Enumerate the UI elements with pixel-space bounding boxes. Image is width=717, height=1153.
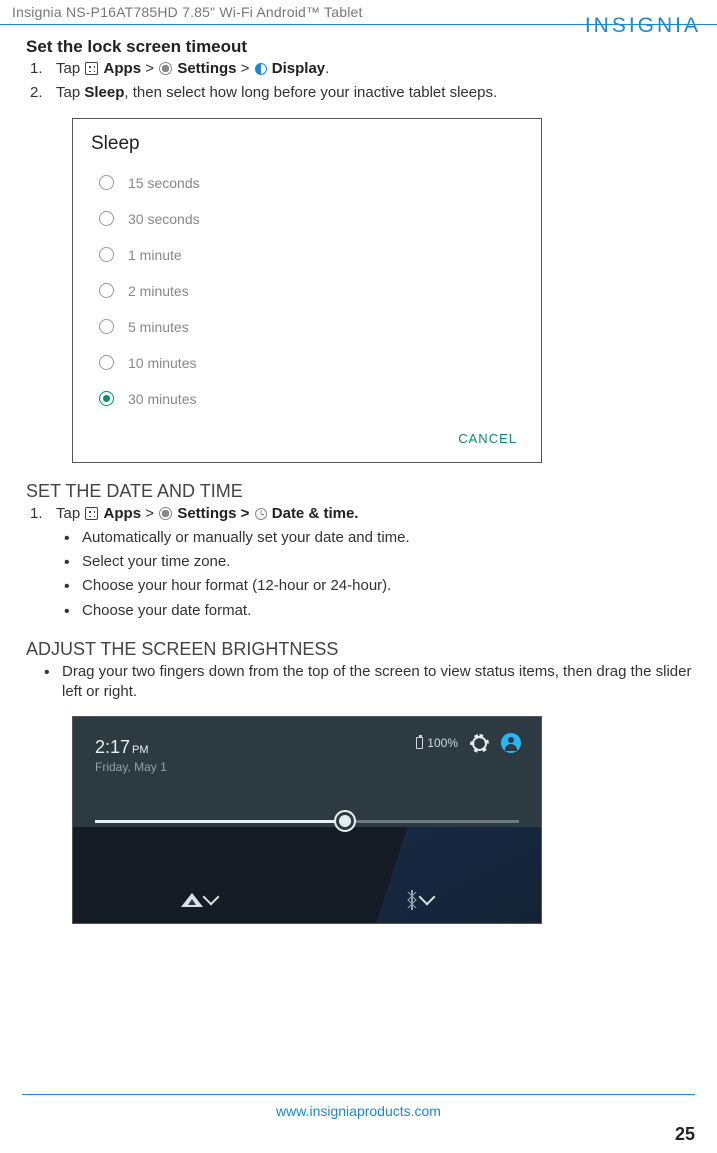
sleep-screenshot: Sleep 15 seconds 30 seconds 1 minute 2 m… — [72, 118, 542, 463]
list-item: Select your time zone. — [82, 552, 697, 572]
sleep-option[interactable]: 10 minutes — [73, 345, 541, 381]
radio-icon — [99, 319, 114, 334]
list-item: Choose your date format. — [82, 601, 697, 621]
settings-icon[interactable] — [472, 736, 487, 751]
sleep-dialog-title: Sleep — [73, 119, 541, 165]
apps-icon — [85, 507, 98, 520]
lock-step-2: 2. Tap Sleep, then select how long befor… — [56, 83, 697, 103]
lock-steps: 1. Tap Apps > Settings > Display. 2. Tap… — [26, 59, 697, 104]
page-number: 25 — [675, 1124, 695, 1145]
footer-rule — [22, 1094, 695, 1095]
sleep-option[interactable]: 15 seconds — [73, 165, 541, 201]
clock-icon — [255, 508, 267, 520]
section-bright-title: ADJUST THE SCREEN BRIGHTNESS — [26, 639, 697, 660]
radio-icon — [99, 211, 114, 226]
sleep-option[interactable]: 2 minutes — [73, 273, 541, 309]
section-lock-title: Set the lock screen timeout — [26, 37, 697, 57]
bluetooth-toggle[interactable] — [405, 890, 433, 910]
lock-step-1: 1. Tap Apps > Settings > Display. — [56, 59, 697, 79]
bluetooth-icon — [405, 890, 419, 910]
sleep-option[interactable]: 5 minutes — [73, 309, 541, 345]
apps-icon — [85, 62, 98, 75]
header-product: Insignia NS-P16AT785HD 7.85" Wi-Fi Andro… — [12, 4, 363, 20]
radio-icon — [99, 283, 114, 298]
date-step-1: 1. Tap Apps > Settings > Date & time. — [56, 504, 697, 524]
sleep-option[interactable]: 1 minute — [73, 237, 541, 273]
clock-date: Friday, May 1 — [95, 760, 519, 774]
list-item: Drag your two fingers down from the top … — [62, 662, 697, 703]
slider-thumb-icon[interactable] — [334, 810, 356, 832]
gear-icon — [159, 62, 172, 75]
wifi-icon — [181, 893, 203, 907]
profile-icon[interactable] — [501, 733, 521, 753]
footer-url: www.insigniaproducts.com — [0, 1103, 717, 1119]
chevron-down-icon — [203, 889, 220, 906]
sleep-option[interactable]: 30 seconds — [73, 201, 541, 237]
list-item: Choose your hour format (12-hour or 24-h… — [82, 576, 697, 596]
brand-logo: INSIGNIA — [585, 14, 701, 38]
brightness-slider[interactable] — [95, 808, 519, 836]
date-steps: 1. Tap Apps > Settings > Date & time. — [26, 504, 697, 524]
sleep-cancel-button[interactable]: CANCEL — [73, 417, 541, 452]
bright-bullets: Drag your two fingers down from the top … — [26, 662, 697, 703]
slider-fill — [95, 820, 345, 823]
brightness-screenshot: 100% 2:17PM Friday, May 1 — [72, 716, 542, 924]
statusbar-icons: 100% — [416, 733, 521, 753]
radio-icon — [99, 175, 114, 190]
display-icon — [255, 63, 267, 75]
gear-icon — [159, 507, 172, 520]
wifi-toggle[interactable] — [181, 893, 217, 907]
battery-icon — [416, 737, 423, 749]
date-bullets: Automatically or manually set your date … — [26, 528, 697, 621]
section-date-title: SET THE DATE AND TIME — [26, 481, 697, 502]
radio-icon — [99, 355, 114, 370]
list-item: Automatically or manually set your date … — [82, 528, 697, 548]
battery-indicator: 100% — [416, 736, 458, 750]
sleep-option[interactable]: 30 minutes — [73, 381, 541, 417]
radio-icon — [99, 247, 114, 262]
radio-icon-selected — [99, 391, 114, 406]
chevron-down-icon — [419, 889, 436, 906]
